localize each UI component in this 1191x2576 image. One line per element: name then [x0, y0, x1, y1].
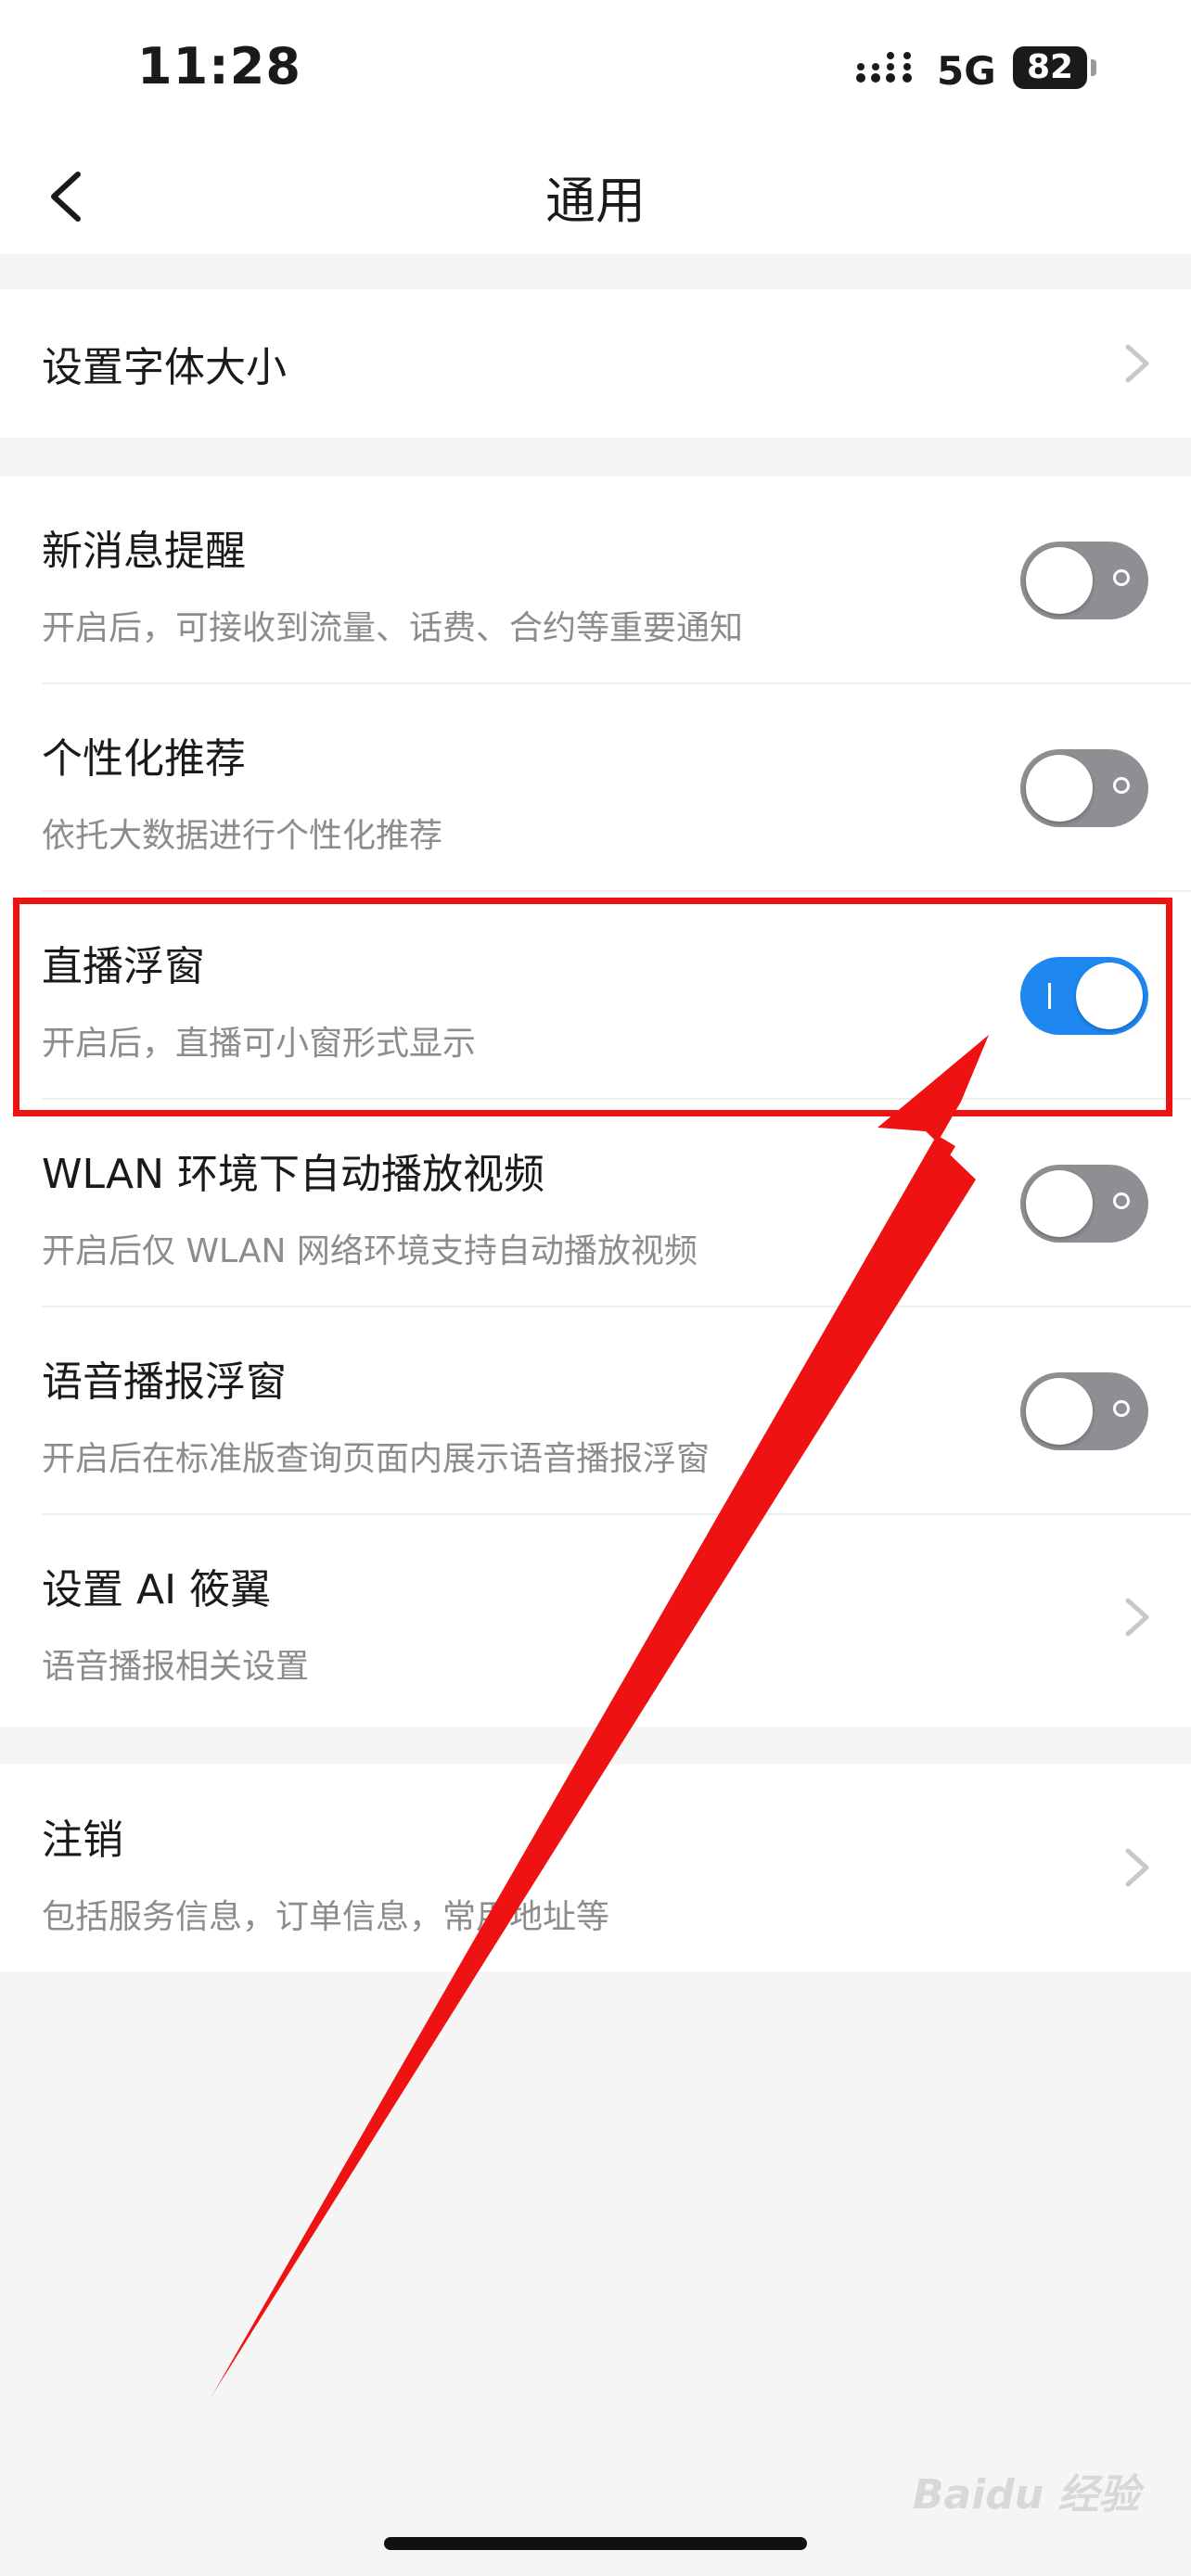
wlan-autoplay-toggle[interactable]: [1020, 1165, 1148, 1243]
personalized-title: 个性化推荐: [42, 735, 246, 783]
ai-assistant-title: 设置 AI 筱翼: [42, 1566, 272, 1613]
status-bar: 11:28 5G 82: [0, 0, 1191, 139]
page-title: 通用: [545, 172, 646, 230]
ai-assistant-row[interactable]: 设置 AI 筱翼 语音播报相关设置: [0, 1515, 1191, 1727]
chevron-right-icon: [1125, 1598, 1149, 1637]
wlan-autoplay-subtitle: 开启后仅 WLAN 网络环境支持自动播放视频: [42, 1232, 698, 1270]
toggle-knob: [1026, 1378, 1093, 1445]
personalized-subtitle: 依托大数据进行个性化推荐: [42, 817, 443, 855]
wlan-autoplay-row: WLAN 环境下自动播放视频 开启后仅 WLAN 网络环境支持自动播放视频: [0, 1100, 1191, 1307]
toggle-knob: [1026, 755, 1093, 822]
battery-icon: 82: [1013, 46, 1087, 89]
voice-float-subtitle: 开启后在标准版查询页面内展示语音播报浮窗: [42, 1440, 711, 1478]
chevron-right-icon: [1125, 344, 1149, 383]
toggle-knob: [1026, 1170, 1093, 1237]
toggle-off-mark: [1113, 777, 1130, 794]
signal-icon: [856, 52, 912, 83]
toggle-off-mark: [1113, 569, 1130, 586]
toggle-knob: [1026, 547, 1093, 614]
personalized-toggle[interactable]: [1020, 749, 1148, 827]
cancel-account-row[interactable]: 注销 包括服务信息，订单信息，常用地址等: [0, 1764, 1191, 1971]
voice-float-title: 语音播报浮窗: [42, 1358, 287, 1406]
new-message-title: 新消息提醒: [42, 528, 246, 575]
font-size-row[interactable]: 设置字体大小: [0, 289, 1191, 438]
font-size-title: 设置字体大小: [42, 344, 287, 391]
voice-float-toggle[interactable]: [1020, 1372, 1148, 1450]
watermark-logo: Baidu 经验: [913, 2471, 1140, 2519]
status-time: 11:28: [137, 37, 301, 96]
ai-assistant-subtitle: 语音播报相关设置: [42, 1648, 310, 1686]
battery-cap: [1091, 59, 1096, 76]
personalized-row: 个性化推荐 依托大数据进行个性化推荐: [0, 684, 1191, 892]
new-message-subtitle: 开启后，可接收到流量、话费、合约等重要通知: [42, 609, 744, 647]
wlan-autoplay-title: WLAN 环境下自动播放视频: [42, 1151, 545, 1198]
toggle-off-mark: [1113, 1192, 1130, 1209]
font-size-card: 设置字体大小: [0, 289, 1191, 438]
voice-float-row: 语音播报浮窗 开启后在标准版查询页面内展示语音播报浮窗: [0, 1307, 1191, 1515]
new-message-toggle[interactable]: [1020, 542, 1148, 619]
nav-bar: 通用: [0, 139, 1191, 254]
chevron-right-icon: [1125, 1848, 1149, 1887]
home-indicator: [384, 2537, 807, 2550]
toggle-off-mark: [1113, 1400, 1130, 1417]
cancel-account-title: 注销: [42, 1817, 123, 1864]
cancel-card: 注销 包括服务信息，订单信息，常用地址等: [0, 1764, 1191, 1971]
network-type: 5G: [937, 48, 996, 94]
new-message-row: 新消息提醒 开启后，可接收到流量、话费、合约等重要通知: [0, 477, 1191, 684]
highlight-box: [13, 898, 1172, 1116]
cancel-account-subtitle: 包括服务信息，订单信息，常用地址等: [42, 1898, 610, 1936]
